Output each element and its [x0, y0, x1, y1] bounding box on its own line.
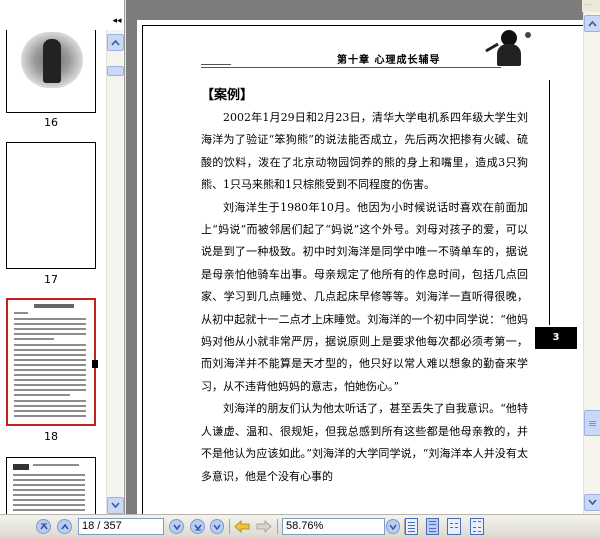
- mini-text-line: [14, 338, 54, 340]
- page-thumbnail-16[interactable]: [6, 30, 96, 113]
- navigation-toolbar: 18 / 357 58.76%: [0, 514, 600, 537]
- go-back-button[interactable]: [233, 519, 251, 534]
- first-page-icon: [40, 523, 48, 530]
- mini-text-line: [14, 394, 70, 396]
- zoom-field[interactable]: 58.76%: [282, 518, 385, 535]
- mini-text-line: [13, 479, 85, 481]
- mini-text-line: [14, 384, 86, 386]
- toolbar-separator: [277, 519, 278, 534]
- facing-continuous-button[interactable]: [470, 518, 484, 535]
- thumbnail-sidebar: ◂◂ 16 17 18: [0, 0, 125, 514]
- mini-text-line: [14, 369, 86, 371]
- toolbar-separator: [229, 519, 230, 534]
- next-page-button[interactable]: [169, 519, 184, 534]
- paragraph: 刘海洋生于1980年10月。他因为小时候说话时喜欢在前面加上“妈说”而被邻居们起…: [201, 200, 528, 393]
- mini-text-line: [13, 494, 85, 496]
- mini-text-line: [14, 318, 86, 320]
- first-page-button[interactable]: [36, 519, 51, 534]
- collapse-sidebar-button[interactable]: ◂◂: [111, 15, 123, 27]
- single-page-continuous-button[interactable]: [426, 518, 439, 535]
- mini-text-line: [14, 333, 86, 335]
- mini-text-line: [14, 415, 86, 417]
- header-rule: [201, 64, 231, 65]
- go-forward-button[interactable]: [255, 519, 273, 534]
- mini-page-header: [34, 304, 74, 308]
- mini-text-line: [14, 359, 86, 361]
- mini-text-line: [13, 484, 85, 486]
- mini-text-line: [14, 389, 86, 391]
- body-text: 【案例】 2002年1月29日和2月23日，清华大学电机系四年级大学生刘海洋为了…: [201, 86, 528, 488]
- paragraph: 刘海洋的朋友们认为他太听话了，甚至丢失了自我意识。“他特人谦虚、温和、很规矩，但…: [201, 402, 528, 483]
- document-scroll-down-button[interactable]: [584, 494, 600, 511]
- mini-page-tab: [92, 360, 98, 368]
- chevron-down-icon: [389, 524, 397, 530]
- mini-text-line: [14, 410, 86, 412]
- sidebar-scroll-thumb[interactable]: [107, 66, 124, 76]
- header-rule: [201, 67, 501, 68]
- chevron-down-icon: [111, 502, 120, 509]
- chevron-down-icon: [213, 524, 221, 530]
- thumbnail-label-17: 17: [44, 273, 58, 286]
- mini-text-line: [13, 509, 85, 511]
- single-page-button[interactable]: [405, 518, 418, 535]
- sidebar-scrollbar[interactable]: [106, 30, 124, 514]
- case-heading: 【案例】: [201, 88, 254, 103]
- document-scroll-thumb[interactable]: [584, 410, 600, 436]
- go-back-icon: [234, 520, 250, 533]
- thumbnail-label-16: 16: [44, 116, 58, 129]
- page-thumbnail-19[interactable]: [6, 457, 96, 514]
- mini-text-line: [14, 344, 86, 346]
- mini-text-line: [14, 364, 86, 366]
- mini-text-line: [13, 499, 85, 501]
- mini-text-line: [33, 464, 79, 466]
- previous-page-icon: [61, 523, 69, 530]
- margin-rule: [549, 80, 550, 325]
- page-thumbnail-18-selected[interactable]: [6, 298, 98, 426]
- page-number-tab: 3: [535, 327, 577, 349]
- mini-text-line: [14, 354, 86, 356]
- mini-text-line: [13, 489, 85, 491]
- last-page-button[interactable]: [190, 519, 205, 534]
- thumbnail-list: 16 17 18: [0, 30, 105, 514]
- document-scroll-up-button[interactable]: [584, 15, 600, 32]
- mini-text-line: [14, 374, 86, 376]
- document-page: 第十章 心理成长辅导 3 【案例】 2002年1月29日和2月23日，清华大学电…: [137, 20, 583, 514]
- mini-text-line: [14, 312, 28, 314]
- mini-text-line: [14, 328, 86, 330]
- chapter-title: 第十章 心理成长辅导: [337, 55, 441, 66]
- mini-text-line: [13, 504, 85, 506]
- facing-pages-button[interactable]: [447, 518, 461, 535]
- previous-page-button[interactable]: [57, 519, 72, 534]
- mini-text-line: [14, 400, 86, 402]
- mini-text-line: [14, 405, 86, 407]
- mini-text-line: [14, 349, 86, 351]
- girl-illustration-icon: [485, 26, 533, 72]
- document-scrollbar[interactable]: [583, 0, 600, 514]
- page-thumbnail-17[interactable]: [6, 142, 96, 269]
- chevron-down-icon: [588, 499, 597, 506]
- chevron-up-icon: [111, 39, 120, 46]
- mini-text-line: [14, 379, 86, 381]
- sidebar-scroll-down-button[interactable]: [107, 497, 124, 514]
- paragraph: 2002年1月29日和2月23日，清华大学电机系四年级大学生刘海洋为了验证“笨狗…: [201, 111, 528, 192]
- go-forward-icon: [256, 520, 272, 533]
- thumbnail-label-18: 18: [44, 430, 58, 443]
- person-figure-icon: [43, 39, 61, 83]
- chevron-up-icon: [588, 20, 597, 27]
- last-page-icon: [194, 524, 202, 531]
- mini-text-line: [13, 474, 85, 476]
- sidebar-scroll-up-button[interactable]: [107, 34, 124, 51]
- window-corner: ⋯: [582, 0, 600, 12]
- grip-dots-icon: ⋯: [584, 0, 594, 9]
- mini-text-line: [13, 464, 29, 470]
- document-viewport[interactable]: 第十章 心理成长辅导 3 【案例】 2002年1月29日和2月23日，清华大学电…: [126, 0, 583, 514]
- mini-text-line: [14, 323, 86, 325]
- zoom-dropdown[interactable]: [386, 519, 400, 534]
- next-page-icon: [173, 524, 181, 531]
- page-options-dropdown[interactable]: [210, 519, 224, 534]
- page-number-field[interactable]: 18 / 357: [78, 518, 164, 535]
